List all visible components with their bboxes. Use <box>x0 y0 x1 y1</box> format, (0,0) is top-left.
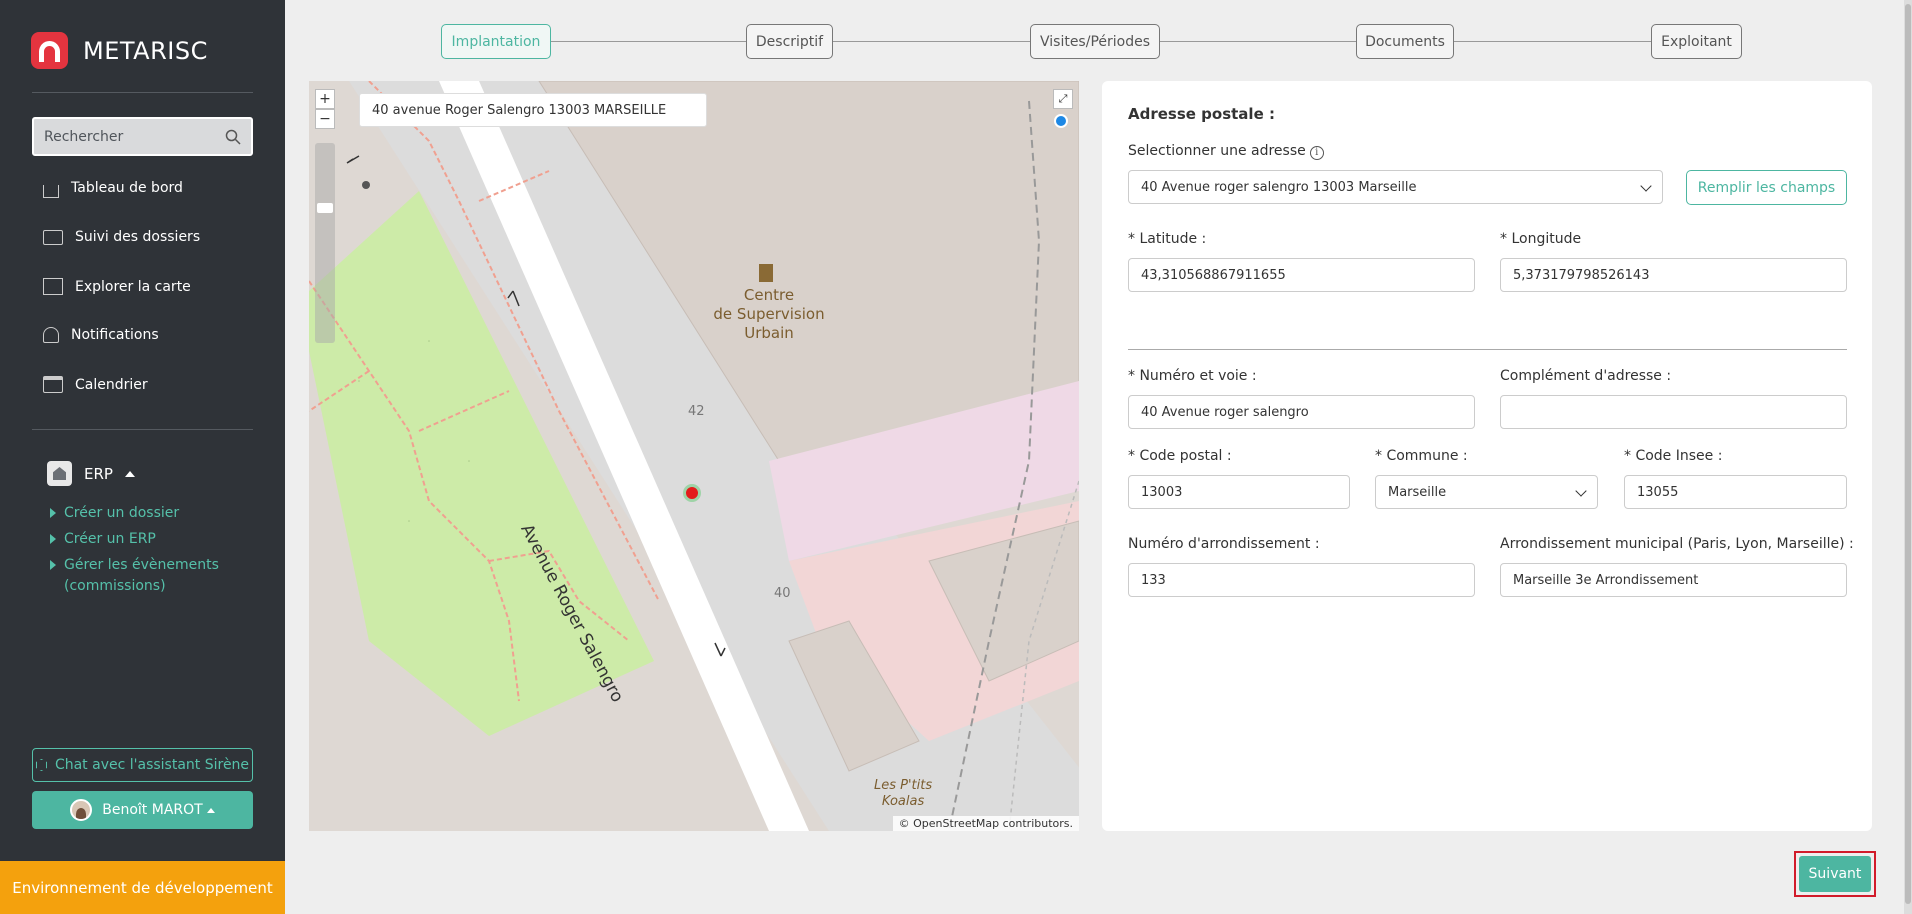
sub-item-create-file[interactable]: Créer un dossier <box>50 503 179 524</box>
map-tiles <box>309 81 1079 831</box>
latitude-label: * Latitude : <box>1128 231 1207 247</box>
fullscreen-icon[interactable]: ⤢ <box>1053 89 1073 109</box>
folder-icon <box>43 229 63 245</box>
sub-item-create-erp[interactable]: Créer un ERP <box>50 529 156 550</box>
zoom-in-button[interactable]: + <box>315 89 335 109</box>
building-icon <box>47 461 72 486</box>
environment-banner: Environnement de développement <box>0 861 285 914</box>
avatar <box>70 799 93 821</box>
position-dot <box>1054 114 1068 128</box>
sub-item-manage-events[interactable]: Gérer les évènements (commissions) <box>50 555 230 597</box>
city-select[interactable]: Marseille <box>1375 475 1598 509</box>
nav-label: Explorer la carte <box>75 278 191 295</box>
nav-label: Calendrier <box>75 376 148 393</box>
address-select[interactable]: 40 Avenue roger salengro 13003 Marseille <box>1128 170 1663 204</box>
next-button-highlight: Suivant <box>1794 851 1876 897</box>
map-icon <box>43 278 63 295</box>
next-button[interactable]: Suivant <box>1799 856 1871 892</box>
search-input[interactable] <box>44 128 225 145</box>
nav-item-calendar[interactable]: Calendrier <box>43 376 148 393</box>
poi-label-2: Les P'tits Koalas <box>874 778 933 809</box>
insee-label: * Code Insee : <box>1624 448 1723 464</box>
complement-label: Complément d'adresse : <box>1500 368 1672 384</box>
postal-code-input[interactable]: 13003 <box>1128 475 1350 509</box>
map-attribution[interactable]: © OpenStreetMap contributors. <box>892 816 1079 831</box>
house-number-label: 42 <box>688 404 705 419</box>
nav-item-map[interactable]: Explorer la carte <box>43 278 191 295</box>
district-number-input[interactable]: 133 <box>1128 563 1475 597</box>
select-address-label: Selectionner une adresse i <box>1128 143 1324 160</box>
zoom-out-button[interactable]: − <box>315 109 335 129</box>
app-logo[interactable]: METARISC <box>31 32 208 69</box>
logo-icon <box>31 32 68 69</box>
bell-icon <box>43 327 59 343</box>
nav-item-dashboard[interactable]: Tableau de bord <box>43 180 183 198</box>
district-number-label: Numéro d'arrondissement : <box>1128 536 1320 552</box>
info-icon[interactable]: i <box>1309 146 1324 160</box>
step-visites-periodes[interactable]: Visites/Périodes <box>1030 24 1160 59</box>
location-marker[interactable] <box>683 484 701 502</box>
divider <box>32 429 253 430</box>
nav-item-files[interactable]: Suivi des dossiers <box>43 229 200 245</box>
nav-label: Tableau de bord <box>71 180 183 196</box>
fill-fields-button[interactable]: Remplir les champs <box>1686 170 1847 205</box>
erp-section-toggle[interactable]: ERP <box>47 461 135 486</box>
divider <box>32 92 253 93</box>
step-implantation[interactable]: Implantation <box>441 24 551 59</box>
step-documents[interactable]: Documents <box>1356 24 1454 59</box>
caret-up-icon <box>124 470 135 477</box>
step-exploitant[interactable]: Exploitant <box>1651 24 1742 59</box>
hexagon-icon <box>35 759 47 771</box>
erp-section-label: ERP <box>84 464 113 483</box>
street-input[interactable]: 40 Avenue roger salengro <box>1128 395 1475 429</box>
street-label: * Numéro et voie : <box>1128 368 1257 384</box>
search-icon[interactable] <box>225 129 241 145</box>
city-label: * Commune : <box>1375 448 1468 464</box>
municipal-district-label: Arrondissement municipal (Paris, Lyon, M… <box>1500 536 1854 552</box>
complement-input[interactable] <box>1500 395 1847 429</box>
nav-label: Suivi des dossiers <box>75 229 201 245</box>
chat-assistant-button[interactable]: Chat avec l'assistant Sirène <box>32 748 253 782</box>
zoom-slider[interactable] <box>315 143 335 343</box>
chevron-down-icon <box>1640 180 1652 192</box>
divider <box>1128 349 1847 350</box>
form-title: Adresse postale : <box>1128 105 1275 123</box>
map-address-field[interactable]: 40 avenue Roger Salengro 13003 MARSEILLE <box>359 93 707 127</box>
nav-label: Notifications <box>71 327 159 343</box>
poi-label: Centre de Supervision Urbain <box>713 286 825 342</box>
address-form: Adresse postale : Selectionner une adres… <box>1102 81 1872 831</box>
app-name: METARISC <box>83 36 208 65</box>
longitude-label: * Longitude <box>1500 231 1582 247</box>
insee-input[interactable]: 13055 <box>1624 475 1847 509</box>
chevron-down-icon <box>1575 485 1587 497</box>
zoom-slider-handle[interactable] <box>317 203 333 213</box>
step-descriptif[interactable]: Descriptif <box>746 24 833 59</box>
page-scrollbar[interactable] <box>1904 0 1912 914</box>
home-icon <box>43 184 59 198</box>
sidebar: METARISC Tableau de bord Suivi des dossi… <box>0 0 285 914</box>
user-menu-button[interactable]: Benoît MAROT <box>32 791 253 829</box>
page-scrollbar-thumb[interactable] <box>1905 4 1911 904</box>
calendar-icon <box>43 376 63 393</box>
latitude-input[interactable]: 43,310568867911655 <box>1128 258 1475 292</box>
caret-up-icon <box>206 807 215 813</box>
longitude-input[interactable]: 5,373179798526143 <box>1500 258 1847 292</box>
municipal-district-input[interactable]: Marseille 3e Arrondissement <box>1500 563 1847 597</box>
triangle-right-icon <box>50 508 56 518</box>
postal-code-label: * Code postal : <box>1128 448 1232 464</box>
triangle-right-icon <box>50 534 56 544</box>
nav-item-notifications[interactable]: Notifications <box>43 327 159 343</box>
house-number-label: 40 <box>774 586 791 601</box>
triangle-right-icon <box>50 560 56 570</box>
map-view[interactable]: Centre de Supervision Urbain Avenue Roge… <box>309 81 1079 831</box>
search-box[interactable] <box>32 117 253 156</box>
